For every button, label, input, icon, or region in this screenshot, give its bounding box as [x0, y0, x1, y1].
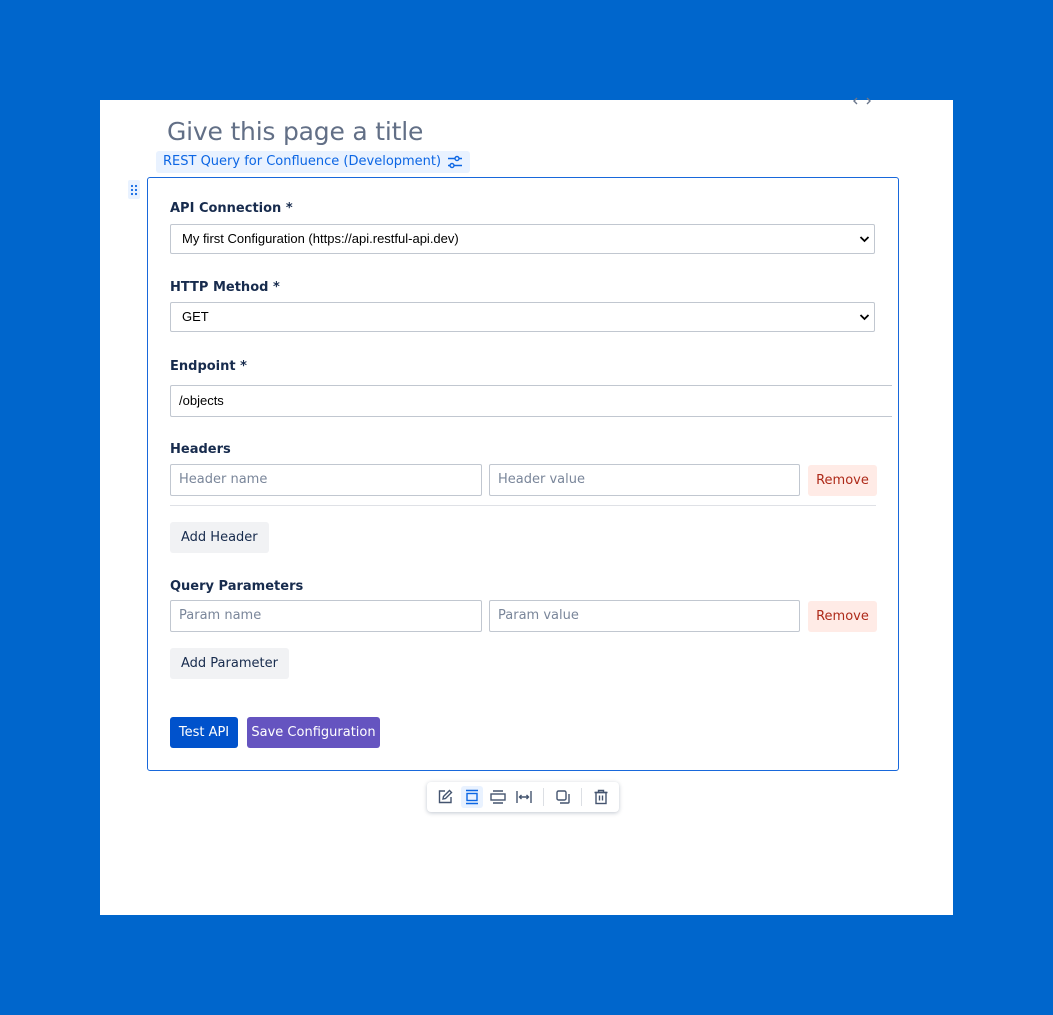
header-value-placeholder: Header value: [498, 472, 585, 487]
param-name-placeholder: Param name: [179, 608, 262, 623]
query-parameters-label: Query Parameters: [170, 579, 304, 594]
macro-label-text: REST Query for Confluence (Development): [163, 154, 442, 169]
endpoint-value: /objects: [179, 393, 224, 408]
wide-layout-icon[interactable]: [487, 786, 509, 808]
header-name-placeholder: Header name: [179, 472, 268, 487]
edit-icon[interactable]: [434, 786, 456, 808]
endpoint-input[interactable]: /objects: [170, 385, 892, 417]
http-method-select[interactable]: GET: [170, 302, 875, 332]
sliders-icon[interactable]: [447, 155, 463, 169]
param-name-input[interactable]: Param name: [170, 600, 482, 632]
delete-icon[interactable]: [590, 786, 612, 808]
http-method-value: GET: [182, 309, 209, 324]
macro-label[interactable]: REST Query for Confluence (Development): [156, 151, 471, 173]
header-name-input[interactable]: Header name: [170, 464, 482, 496]
api-connection-value: My first Configuration (https://api.rest…: [182, 231, 459, 246]
api-connection-label: API Connection *: [170, 201, 293, 216]
header-value-input[interactable]: Header value: [489, 464, 800, 496]
chevron-down-icon: [859, 236, 870, 243]
param-value-input[interactable]: Param value: [489, 600, 800, 632]
copy-icon[interactable]: [552, 786, 574, 808]
rest-query-form: API Connection * My first Configuration …: [147, 177, 899, 771]
toolbar-separator: [543, 788, 544, 806]
endpoint-label: Endpoint *: [170, 359, 247, 374]
toolbar-separator: [581, 788, 582, 806]
add-header-button[interactable]: Add Header: [170, 522, 269, 553]
save-configuration-button[interactable]: Save Configuration: [247, 717, 380, 748]
param-value-placeholder: Param value: [498, 608, 579, 623]
remove-param-button[interactable]: Remove: [808, 601, 877, 632]
center-layout-icon[interactable]: [461, 786, 483, 808]
macro-toolbar: [427, 782, 619, 812]
expand-arrows-icon[interactable]: [853, 94, 871, 105]
http-method-label: HTTP Method *: [170, 280, 280, 295]
headers-label: Headers: [170, 442, 231, 457]
remove-header-button[interactable]: Remove: [808, 465, 877, 496]
api-connection-select[interactable]: My first Configuration (https://api.rest…: [170, 224, 875, 254]
headers-divider: [170, 505, 876, 506]
drag-handle-icon[interactable]: [128, 180, 140, 199]
test-api-button[interactable]: Test API: [170, 717, 238, 748]
add-parameter-button[interactable]: Add Parameter: [170, 648, 289, 679]
full-width-icon[interactable]: [513, 786, 535, 808]
page-title-input[interactable]: Give this page a title: [167, 116, 423, 148]
chevron-down-icon: [859, 314, 870, 321]
editor-page: Give this page a title REST Query for Co…: [100, 97, 953, 915]
